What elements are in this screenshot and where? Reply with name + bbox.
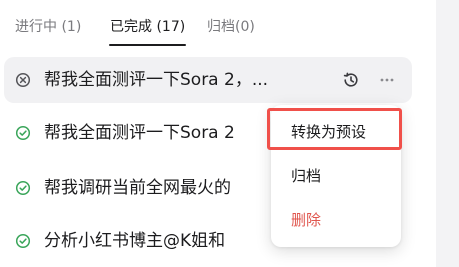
check-circle-icon (15, 233, 31, 249)
check-circle-icon (15, 125, 31, 141)
task-title: 帮我调研当前全网最火的 (44, 178, 231, 198)
more-horizontal-icon[interactable] (377, 70, 397, 90)
menu-item-convert-to-preset[interactable]: 转换为预设 (271, 114, 401, 150)
task-panel: 进行中 (1) 已完成 (17) 归档(0) 帮我全面测评一下Sora 2，..… (0, 0, 436, 267)
active-tab-indicator (109, 44, 186, 46)
right-panel-edge (436, 0, 459, 267)
task-title: 帮我全面测评一下Sora 2，... (44, 70, 269, 90)
history-icon[interactable] (341, 70, 361, 90)
task-title: 帮我全面测评一下Sora 2 (44, 123, 235, 143)
task-row[interactable]: 帮我全面测评一下Sora 2，... (4, 57, 412, 103)
tab-completed[interactable]: 已完成 (17) (110, 17, 185, 37)
menu-item-label: 归档 (291, 167, 322, 185)
x-circle-icon (15, 72, 31, 88)
menu-item-label: 删除 (291, 211, 322, 229)
tab-in-progress[interactable]: 进行中 (1) (15, 17, 81, 37)
tab-archived[interactable]: 归档(0) (207, 17, 255, 37)
task-context-menu: 转换为预设 归档 删除 (271, 105, 401, 247)
task-tabs: 进行中 (1) 已完成 (17) 归档(0) (0, 0, 436, 48)
menu-item-label: 转换为预设 (291, 123, 367, 141)
menu-item-archive[interactable]: 归档 (271, 158, 401, 194)
task-title: 分析小红书博主@K姐和 (44, 231, 226, 251)
check-circle-icon (15, 180, 31, 196)
menu-item-delete[interactable]: 删除 (271, 202, 401, 238)
